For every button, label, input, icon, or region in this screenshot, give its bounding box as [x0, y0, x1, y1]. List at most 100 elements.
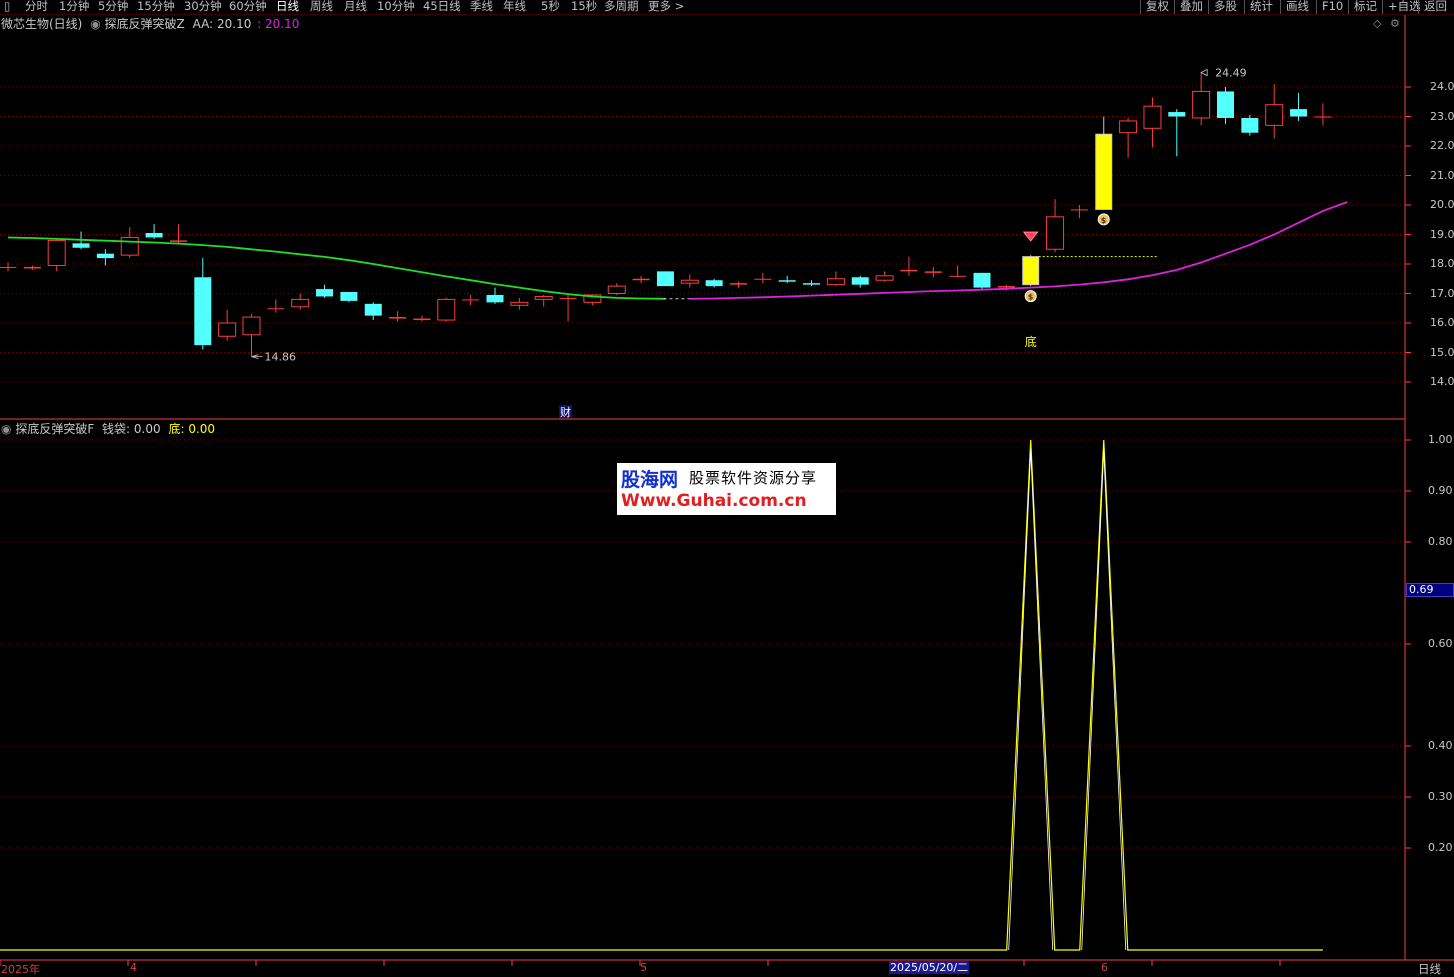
price-tick-label: 23.00 [1430, 109, 1454, 123]
candle-body-up [510, 301, 529, 306]
main-title-row: 微芯生物(日线) ◉ 探底反弹突破Z AA: 20.10 : 20.10 [1, 17, 299, 31]
indicator-white-line [1008, 450, 1054, 951]
indicator-white-line [1081, 450, 1127, 951]
candle-body [194, 277, 212, 346]
money-bag-symbol: $ [1028, 293, 1034, 302]
price-tick-label: 17.00 [1430, 286, 1454, 300]
period-tab-11[interactable]: 季线 [470, 0, 493, 13]
toolbar-button-3[interactable]: 统计 [1244, 0, 1278, 14]
gear-icon[interactable]: ⚙ [1390, 17, 1400, 30]
period-tab-8[interactable]: 月线 [344, 0, 367, 13]
period-tab-12[interactable]: 年线 [503, 0, 526, 13]
candle-body [364, 303, 382, 316]
price-tick-label: 16.00 [1430, 316, 1454, 329]
toolbar-button-8[interactable]: 返回 [1418, 0, 1452, 14]
period-tab-0[interactable]: 分时 [25, 0, 48, 13]
price-tick-label: 21.00 [1430, 168, 1454, 182]
candle-body-up [291, 298, 310, 308]
candle-body [389, 317, 407, 319]
indicator-tick-label: 0.60 [1428, 637, 1453, 650]
candle-body [705, 280, 723, 287]
candle-body-up [1265, 104, 1284, 126]
x-label-june: 6 [1101, 961, 1108, 974]
candle-body [949, 275, 967, 277]
finance-tag: 财 [560, 405, 571, 419]
period-tab-9[interactable]: 10分钟 [377, 0, 415, 13]
toolbar-button-0[interactable]: 复权 [1140, 0, 1174, 14]
candle-body-up [875, 275, 894, 281]
candle-body [803, 283, 821, 285]
price-tick-label: 20.00 [1430, 198, 1454, 211]
candle-body-up [242, 316, 261, 336]
toolbar-button-4[interactable]: 画线 [1280, 0, 1314, 14]
aa-value: 20.10 [217, 17, 252, 31]
candle-body [145, 233, 163, 238]
purse-value: 0.00 [133, 422, 161, 436]
low-annotation: 14.86 [265, 351, 297, 364]
period-tab-5[interactable]: 60分钟 [229, 0, 267, 13]
indicator-name[interactable]: 探底反弹突破Z [105, 17, 185, 31]
watermark-brand: 股海网 [621, 469, 679, 491]
indicator-tick-label: 0.40 [1428, 739, 1453, 752]
candle-body [973, 272, 991, 288]
period-tab-7[interactable]: 周线 [310, 0, 333, 13]
indicator-title-row: ◉ 探底反弹突破F 钱袋: 0.00 底: 0.00 [1, 422, 215, 436]
candle-body-up [1046, 216, 1065, 250]
indicator-settings-icon[interactable]: ◉ [90, 17, 100, 31]
candle-body [169, 240, 187, 242]
candle-body [23, 266, 41, 269]
candle-body-up [607, 285, 626, 294]
price-tick-label: 19.00 [1430, 227, 1454, 241]
period-tab-4[interactable]: 30分钟 [184, 0, 222, 13]
low-marker-icon [251, 354, 263, 360]
indicator-panel-name[interactable]: 探底反弹突破F [15, 422, 94, 436]
candle-body [851, 277, 869, 285]
indicator-yellow-line [0, 439, 1323, 951]
candle-body-up [1119, 120, 1138, 134]
stock-title[interactable]: 微芯生物(日线) [1, 17, 82, 31]
period-tab-13[interactable]: 5秒 [541, 0, 560, 13]
watermark-logo: 股海网 股票软件资源分享 Www.Guhai.com.cn [617, 463, 836, 515]
diamond-signal-icon [1022, 231, 1039, 242]
price-tick-label: 24.00 [1430, 80, 1454, 93]
bottom-label: 底: [168, 422, 185, 436]
x-label-april: 4 [130, 961, 137, 974]
candle-body [316, 289, 334, 297]
period-tab-14[interactable]: 15秒 [571, 0, 597, 13]
candle-body-up [534, 295, 553, 300]
period-tab-16[interactable]: 更多 > [648, 0, 684, 13]
toolbar-button-6[interactable]: 标记 [1348, 0, 1382, 14]
toolbar-button-2[interactable]: 多股 [1208, 0, 1242, 14]
candle-body [462, 299, 480, 301]
purse-label: 钱袋: [102, 422, 131, 436]
toolbar-button-5[interactable]: F10 [1316, 0, 1348, 14]
candle-body [1168, 112, 1186, 117]
period-tab-2[interactable]: 5分钟 [98, 0, 128, 13]
signal-candle-body [1095, 133, 1113, 210]
period-tab-10[interactable]: 45日线 [423, 0, 461, 13]
menu-icon[interactable]: ▯ [4, 0, 10, 13]
candle-body [632, 278, 650, 281]
toolbar-button-1[interactable]: 叠加 [1174, 0, 1208, 14]
candle-body [559, 297, 577, 299]
indicator-settings-icon-2[interactable]: ◉ [1, 422, 11, 436]
candle-body-up [218, 322, 237, 337]
candle-body [997, 286, 1015, 288]
indicator-tick-label: 0.30 [1428, 790, 1453, 803]
x-label-may: 5 [640, 961, 647, 974]
indicator-value-marker: 0.69 [1406, 583, 1454, 597]
candle-body [486, 294, 504, 303]
period-tab-15[interactable]: 多周期 [604, 0, 639, 13]
diamond-icon[interactable]: ◇ [1373, 17, 1381, 30]
candle-body-up [1192, 90, 1211, 119]
price-tick-label: 15.00 [1430, 345, 1454, 359]
candle-body-up [437, 298, 456, 321]
high-marker-icon [1200, 68, 1208, 77]
period-tab-3[interactable]: 15分钟 [137, 0, 175, 13]
candle-body [730, 283, 747, 285]
aa-value-2: : 20.10 [257, 17, 300, 31]
indicator-tick-label: 0.20 [1428, 841, 1453, 854]
period-tab-1[interactable]: 1分钟 [59, 0, 89, 13]
candle-body [1241, 117, 1259, 133]
period-tab-6[interactable]: 日线 [276, 0, 299, 13]
